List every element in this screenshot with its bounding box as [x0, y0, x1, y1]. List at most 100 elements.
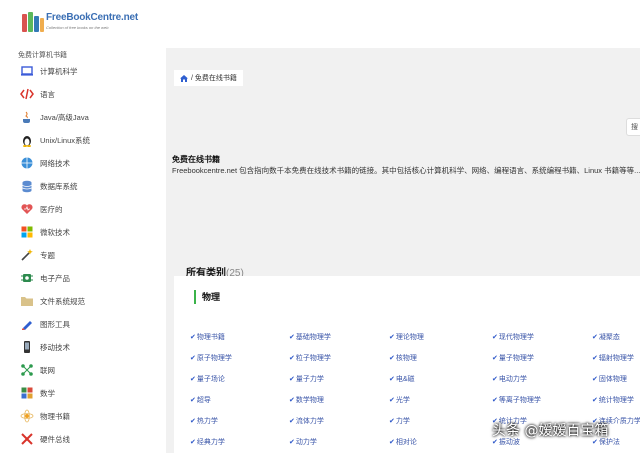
mobile-icon [20, 340, 34, 354]
check-icon: ✔ [289, 334, 295, 341]
topic-link-label: 经典力学 [196, 439, 225, 446]
sidebar-item-java[interactable]: Java/高级Java [20, 108, 160, 126]
sidebar-item-label: 数据库系统 [40, 181, 78, 191]
sidebar-item-unix-linux[interactable]: Unix/Linux系统 [20, 131, 160, 149]
check-icon: ✔ [289, 418, 295, 425]
books-logo-icon [22, 12, 44, 32]
topic-link[interactable]: ✔ 原子物理学 [190, 353, 232, 363]
breadcrumb[interactable]: / 免费在线书籍 [174, 70, 243, 86]
hardware-icon [20, 432, 34, 446]
topic-link[interactable]: ✔ 现代物理学 [492, 332, 534, 342]
topic-link-label: 力学 [395, 418, 410, 425]
topic-link-label: 流体力学 [295, 418, 324, 425]
topic-link[interactable]: ✔ 经典力学 [190, 437, 225, 447]
check-icon: ✔ [592, 376, 598, 383]
topic-link-label: 动力学 [295, 439, 317, 446]
search-button[interactable]: 搜 [626, 118, 640, 136]
check-icon: ✔ [389, 397, 395, 404]
topic-link-label: 量子力学 [295, 376, 324, 383]
sidebar-heading: 免费计算机书籍 [18, 52, 67, 59]
topic-link-label: 量子场论 [196, 376, 225, 383]
database-icon [20, 179, 34, 193]
check-icon: ✔ [289, 376, 295, 383]
topic-link[interactable]: ✔ 粒子物理学 [289, 353, 331, 363]
topic-link[interactable]: ✔ 电&磁 [389, 374, 415, 384]
laptop-icon [20, 64, 34, 78]
check-icon: ✔ [389, 334, 395, 341]
sidebar-item-mobile[interactable]: 移动技术 [20, 338, 160, 356]
windows-icon [20, 225, 34, 239]
check-icon: ✔ [289, 355, 295, 362]
site-logo[interactable]: FreeBookCentre.net Collection of free bo… [22, 10, 138, 36]
topic-link[interactable]: ✔ 流体力学 [289, 416, 324, 426]
sidebar-item-graphics-tools[interactable]: 图形工具 [20, 315, 160, 333]
topic-link[interactable]: ✔ 热力学 [190, 416, 218, 426]
sidebar: 免费计算机书籍 计算机科学 语言 Java/高级Java Unix/Linux系… [0, 48, 166, 453]
topic-link[interactable]: ✔ 动力学 [289, 437, 317, 447]
java-icon [20, 110, 34, 124]
sidebar-item-microsoft[interactable]: 微软技术 [20, 223, 160, 241]
check-icon: ✔ [289, 397, 295, 404]
chip-icon [20, 271, 34, 285]
topic-link[interactable]: ✔ 量子物理学 [492, 353, 534, 363]
topic-link[interactable]: ✔ 相对论 [389, 437, 417, 447]
topic-link[interactable]: ✔ 辐射物理学 [592, 353, 634, 363]
sidebar-item-networking[interactable]: 网络技术 [20, 154, 160, 172]
sidebar-item-special-topics[interactable]: 专题 [20, 246, 160, 264]
topic-link[interactable]: ✔ 数学物理 [289, 395, 324, 405]
sidebar-item-label: 图形工具 [40, 319, 70, 329]
breadcrumb-current: 免费在线书籍 [194, 75, 237, 82]
topic-link[interactable]: ✔ 光学 [389, 395, 410, 405]
pen-icon [20, 317, 34, 331]
wand-icon [20, 248, 34, 262]
sidebar-item-label: 网络技术 [40, 158, 70, 168]
topic-link-label: 粒子物理学 [295, 355, 331, 362]
topic-link[interactable]: ✔ 核物理 [389, 353, 417, 363]
topic-link[interactable]: ✔ 量子力学 [289, 374, 324, 384]
topic-link[interactable]: ✔ 力学 [389, 416, 410, 426]
check-icon: ✔ [592, 334, 598, 341]
math-icon [20, 386, 34, 400]
topic-link[interactable]: ✔ 固体物理 [592, 374, 627, 384]
sidebar-item-math[interactable]: 数学 [20, 384, 160, 402]
sidebar-item-database[interactable]: 数据库系统 [20, 177, 160, 195]
check-icon: ✔ [592, 397, 598, 404]
sidebar-item-label: Unix/Linux系统 [40, 135, 91, 145]
check-icon: ✔ [492, 376, 498, 383]
topic-link[interactable]: ✔ 理论物理 [389, 332, 424, 342]
topic-link[interactable]: ✔ 凝聚态 [592, 332, 620, 342]
topic-link[interactable]: ✔ 基础物理学 [289, 332, 331, 342]
check-icon: ✔ [389, 439, 395, 446]
sidebar-item-label: 医疗的 [40, 204, 63, 214]
topic-link-label: 辐射物理学 [598, 355, 634, 362]
topic-link[interactable]: ✔ 物理书籍 [190, 332, 225, 342]
sidebar-item-label: 数学 [40, 388, 55, 398]
check-icon: ✔ [389, 355, 395, 362]
check-icon: ✔ [190, 439, 196, 446]
sidebar-item-hardware[interactable]: 硬件总线 [20, 430, 160, 448]
topic-link-label: 电&磁 [395, 376, 415, 383]
sidebar-item-label: 计算机科学 [40, 66, 78, 76]
topic-link[interactable]: ✔ 超导 [190, 395, 211, 405]
topic-link-label: 理论物理 [395, 334, 424, 341]
topic-link[interactable]: ✔ 等离子物理学 [492, 395, 541, 405]
intro-title: 免费在线书籍 [172, 155, 220, 164]
sidebar-item-medical[interactable]: 医疗的 [20, 200, 160, 218]
sidebar-item-networking-2[interactable]: 联网 [20, 361, 160, 379]
topic-link-label: 等离子物理学 [498, 397, 541, 404]
topic-link[interactable]: ✔ 量子场论 [190, 374, 225, 384]
linux-icon [20, 133, 34, 147]
sidebar-item-physics[interactable]: 物理书籍 [20, 407, 160, 425]
sidebar-item-computer-science[interactable]: 计算机科学 [20, 62, 160, 80]
sidebar-item-file-systems[interactable]: 文件系统规范 [20, 292, 160, 310]
topic-link[interactable]: ✔ 统计物理学 [592, 395, 634, 405]
check-icon: ✔ [492, 397, 498, 404]
sidebar-item-label: 联网 [40, 365, 55, 375]
topic-link-label: 数学物理 [295, 397, 324, 404]
check-icon: ✔ [190, 397, 196, 404]
sidebar-item-electronics[interactable]: 电子产品 [20, 269, 160, 287]
check-icon: ✔ [289, 439, 295, 446]
sidebar-item-languages[interactable]: 语言 [20, 85, 160, 103]
check-icon: ✔ [492, 355, 498, 362]
topic-link[interactable]: ✔ 电动力学 [492, 374, 527, 384]
